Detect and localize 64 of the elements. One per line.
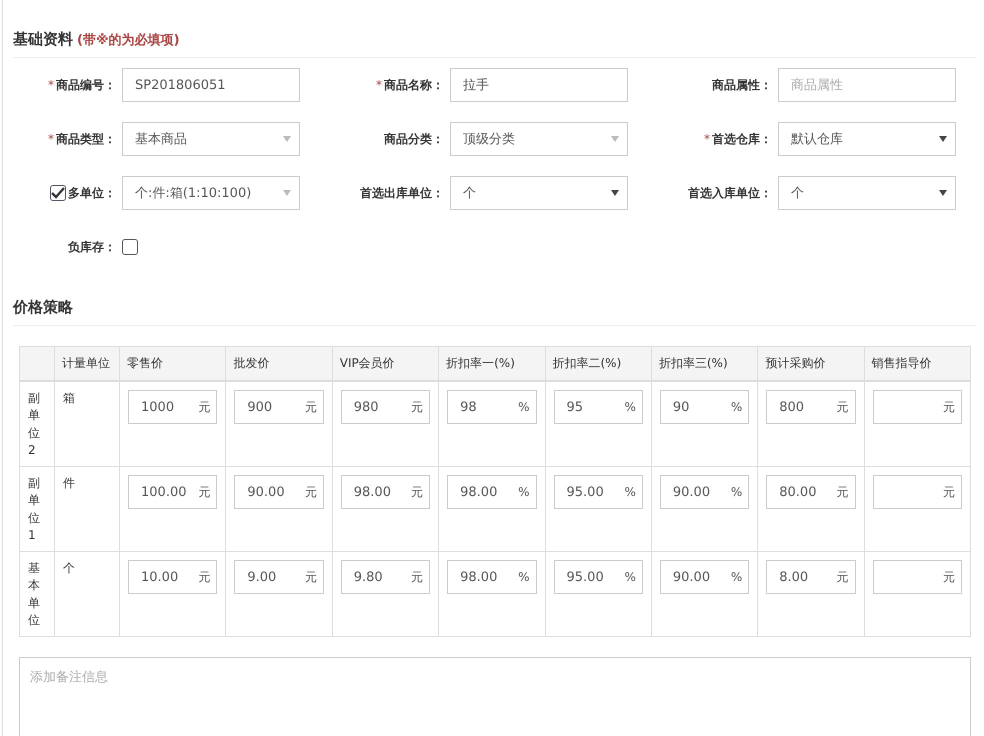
unit-label: 个 xyxy=(63,561,75,575)
field-label: 商品属性： xyxy=(712,76,772,94)
price-field[interactable]: 1000 元 xyxy=(128,390,218,424)
field-label: 首选入库单位： xyxy=(688,184,772,202)
price-field[interactable]: 98.00 元 xyxy=(340,475,430,509)
select-field[interactable]: 个 xyxy=(778,176,956,210)
required-mark: * xyxy=(376,78,382,92)
select-field[interactable]: 个 xyxy=(450,176,628,210)
field-label: 商品名称： xyxy=(384,76,444,94)
price-field[interactable]: 10.00 元 xyxy=(128,560,218,594)
text-field[interactable]: 商品属性 xyxy=(778,68,956,102)
required-mark: * xyxy=(48,78,54,92)
price-field[interactable]: 90 % xyxy=(660,390,750,424)
price-field[interactable]: 90.00 元 xyxy=(234,475,324,509)
price-field[interactable]: 100.00 元 xyxy=(128,475,218,509)
price-field[interactable]: 80.00 元 xyxy=(766,475,856,509)
price-field[interactable]: 90.00 % xyxy=(660,560,750,594)
row-group-label: 基本单位 xyxy=(28,560,40,630)
table-header: 批发价 xyxy=(226,347,333,382)
price-field[interactable]: 98.00 % xyxy=(447,560,536,594)
price-field[interactable]: 980 元 xyxy=(340,390,430,424)
price-field[interactable]: 8.00 元 xyxy=(766,560,856,594)
field-label: 商品类型： xyxy=(56,130,116,148)
price-field[interactable]: 90.00 % xyxy=(660,475,750,509)
price-field[interactable]: 9.80 元 xyxy=(340,560,430,594)
price-field[interactable]: 900 元 xyxy=(234,390,324,424)
unit-label: 件 xyxy=(63,476,75,490)
unit-label: 箱 xyxy=(63,391,75,405)
price-field[interactable]: 元 xyxy=(872,475,962,509)
table-header: VIP会员价 xyxy=(332,347,440,382)
price-field[interactable]: 98 % xyxy=(447,390,536,424)
text-field[interactable]: SP201806051 xyxy=(122,68,300,102)
price-field[interactable]: 元 xyxy=(872,560,962,594)
required-note: (带※的为必填项) xyxy=(77,32,180,49)
text-field[interactable]: 拉手 xyxy=(450,68,628,102)
select-field[interactable]: 默认仓库 xyxy=(778,122,956,156)
remarks-field[interactable]: 添加备注信息 xyxy=(19,657,971,736)
price-field[interactable]: 9.00 元 xyxy=(234,560,324,594)
row-group-label: 副单位2 xyxy=(28,390,40,460)
price-field[interactable]: 800 元 xyxy=(766,390,856,424)
checkbox[interactable] xyxy=(122,239,138,255)
table-header: 折扣率一(%) xyxy=(439,347,546,382)
table-header: 预计采购价 xyxy=(758,347,865,382)
price-field[interactable]: 95.00 % xyxy=(554,560,643,594)
field-label: 商品编号： xyxy=(56,76,116,94)
table-header: 折扣率二(%) xyxy=(546,347,652,382)
price-field[interactable]: 95.00 % xyxy=(554,475,643,509)
required-mark: * xyxy=(48,132,54,146)
table-header: 折扣率三(%) xyxy=(652,347,758,382)
row-group-label: 副单位1 xyxy=(28,475,40,544)
field-label: 商品分类： xyxy=(384,130,444,148)
required-mark: * xyxy=(704,132,710,146)
table-header: 零售价 xyxy=(120,347,226,382)
section-title: 价格策略 xyxy=(13,298,73,317)
table-header: 计量单位 xyxy=(55,347,120,382)
section-title: 基础资料 xyxy=(13,30,73,49)
price-field[interactable]: 95 % xyxy=(554,390,643,424)
price-field[interactable]: 元 xyxy=(872,390,962,424)
price-field[interactable]: 98.00 % xyxy=(447,475,536,509)
table-header: 销售指导价 xyxy=(864,347,971,382)
field-label: 多单位： xyxy=(68,184,116,202)
field-label: 负库存： xyxy=(68,238,116,256)
field-label: 首选出库单位： xyxy=(360,184,444,202)
field-label: 首选仓库： xyxy=(712,130,772,148)
